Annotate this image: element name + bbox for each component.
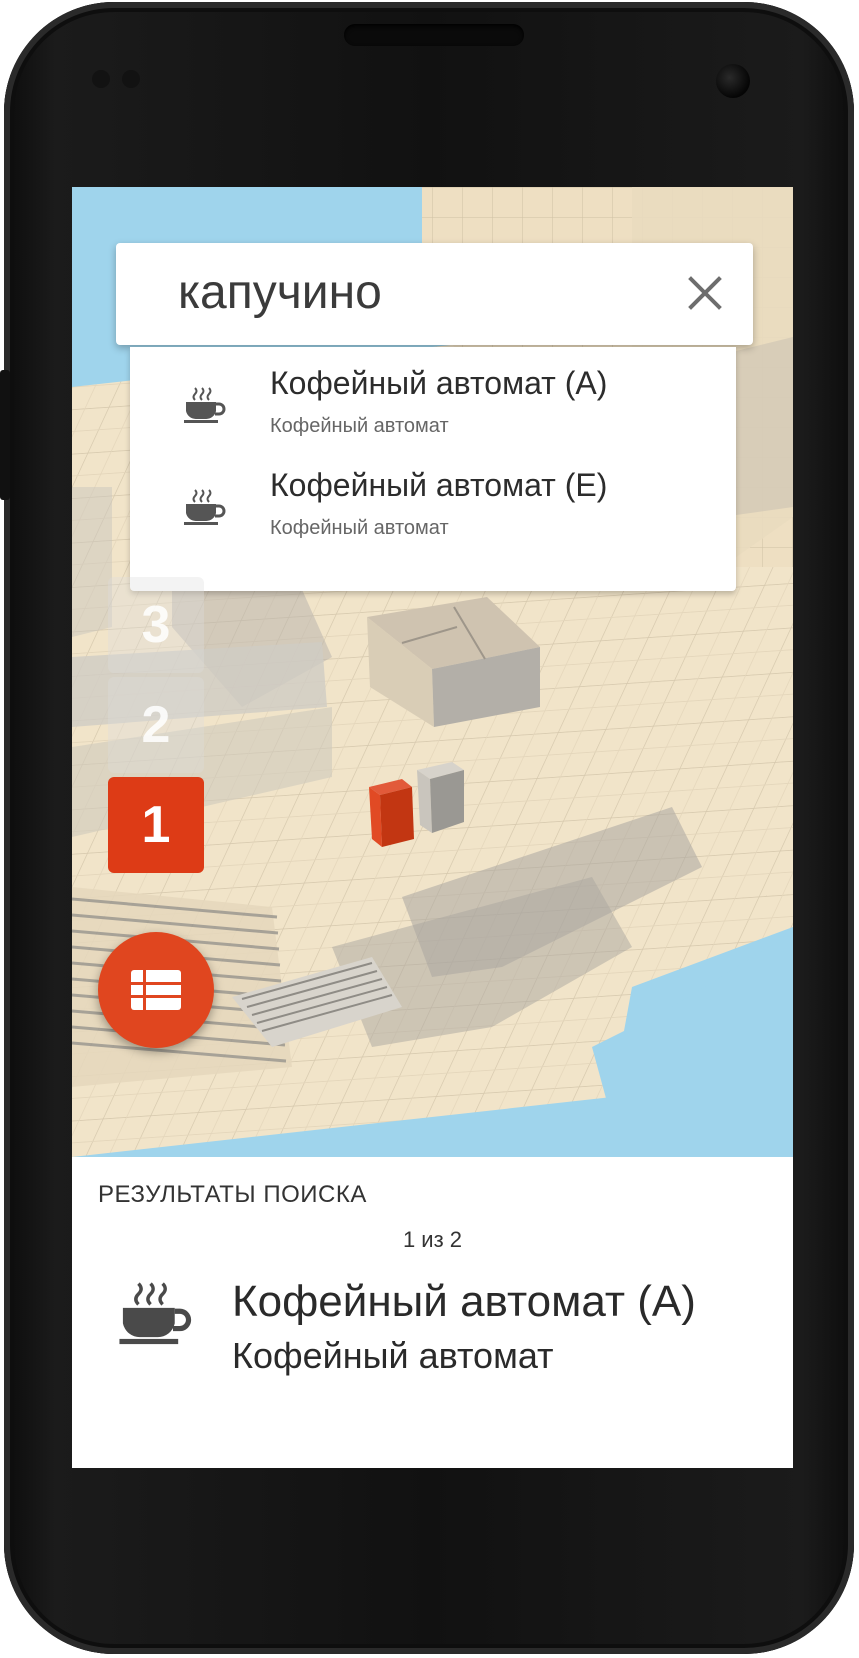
list-view-button[interactable] xyxy=(98,932,214,1048)
results-header: РЕЗУЛЬТАТЫ ПОИСКА xyxy=(98,1181,367,1208)
floor-button-2[interactable]: 2 xyxy=(108,677,204,773)
coffee-cup-icon xyxy=(119,1282,192,1345)
result-item[interactable]: Кофейный автомат (A) Кофейный автомат xyxy=(72,1269,793,1409)
proximity-sensor xyxy=(92,70,110,88)
close-icon xyxy=(688,276,722,310)
suggestion-title: Кофейный автомат (A) xyxy=(270,365,608,401)
suggestion-subtitle: Кофейный автомат xyxy=(270,415,449,437)
front-camera xyxy=(716,64,750,98)
earpiece-speaker xyxy=(344,24,524,46)
result-subtitle: Кофейный автомат xyxy=(232,1335,554,1376)
volume-button xyxy=(0,370,10,500)
app-screen: капучино Кофейный автомат (A) Кофейный а… xyxy=(72,187,793,1468)
search-input[interactable]: капучино xyxy=(178,263,382,323)
search-suggestions: Кофейный автомат (A) Кофейный автомат Ко… xyxy=(130,347,736,591)
results-counter: 1 из 2 xyxy=(402,1227,463,1252)
clear-search-button[interactable] xyxy=(685,273,725,313)
coffee-cup-icon xyxy=(184,387,226,423)
light-sensor xyxy=(122,70,140,88)
coffee-machine-marker xyxy=(369,779,414,847)
list-icon xyxy=(131,970,181,1010)
suggestion-item[interactable]: Кофейный автомат (E) Кофейный автомат xyxy=(130,455,736,561)
suggestion-item[interactable]: Кофейный автомат (A) Кофейный автомат xyxy=(130,353,736,459)
floor-button-1[interactable]: 1 xyxy=(108,777,204,873)
floor-button-3[interactable]: 3 xyxy=(108,577,204,673)
result-title: Кофейный автомат (A) xyxy=(232,1277,696,1326)
vending-machine xyxy=(417,762,464,833)
search-results-panel: РЕЗУЛЬТАТЫ ПОИСКА 1 из 2 Кофейный автома… xyxy=(72,1157,793,1468)
suggestion-title: Кофейный автомат (E) xyxy=(270,467,608,503)
search-bar[interactable]: капучино xyxy=(116,243,753,345)
suggestion-subtitle: Кофейный автомат xyxy=(270,517,449,539)
coffee-cup-icon xyxy=(184,489,226,525)
